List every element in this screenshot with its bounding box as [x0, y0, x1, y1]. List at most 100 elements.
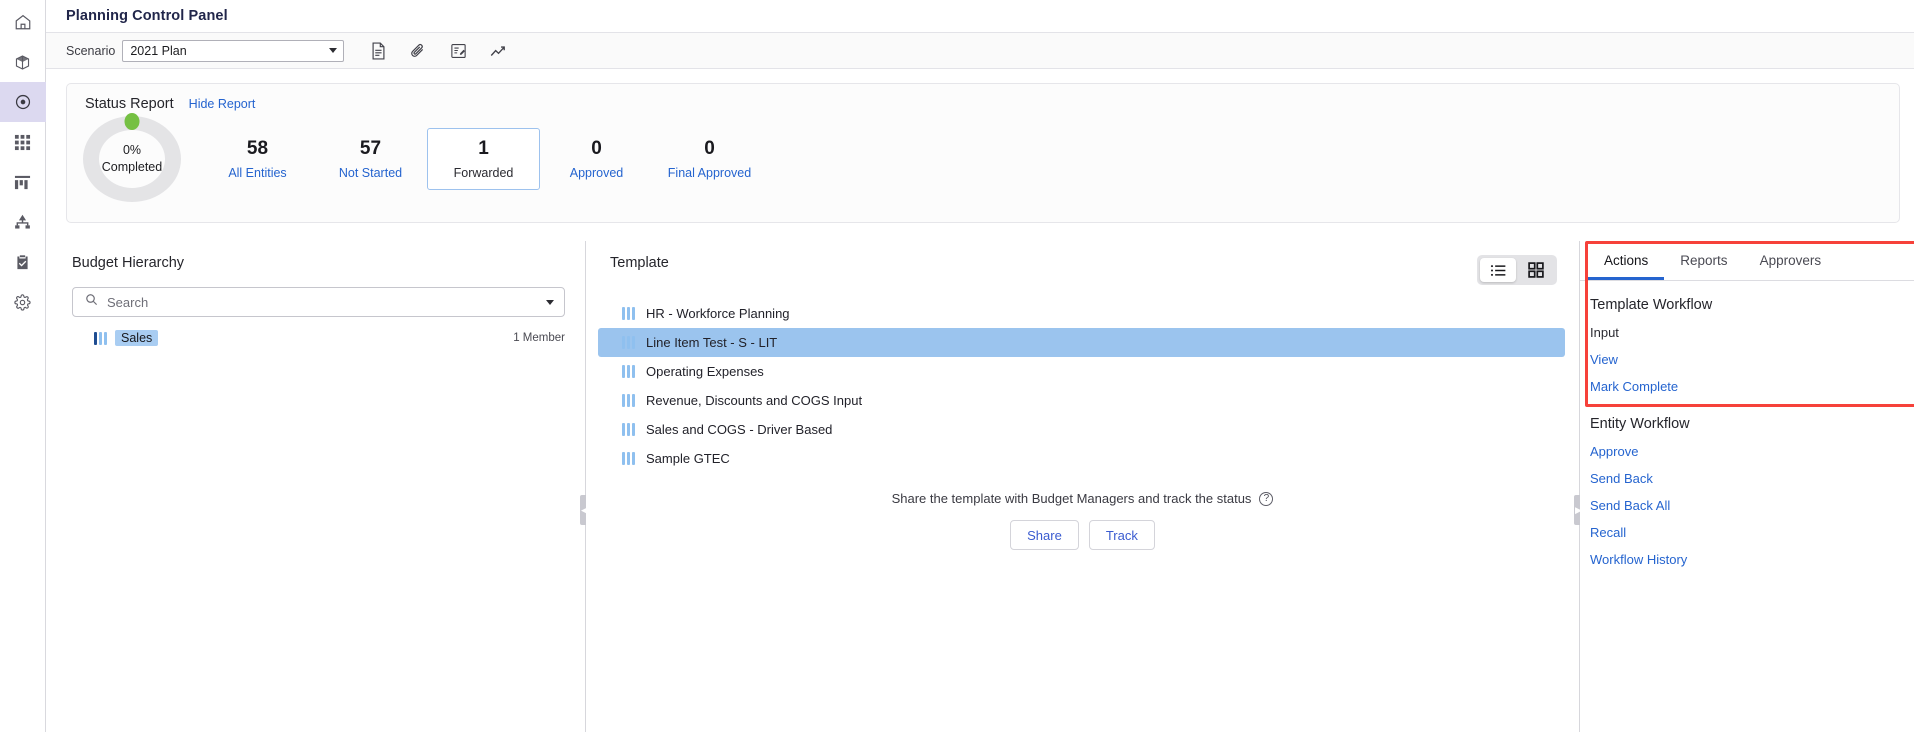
status-report-header: Status Report Hide Report	[67, 84, 1899, 112]
hierarchy-node-members: 1 Member	[513, 332, 565, 344]
template-item-label: Revenue, Discounts and COGS Input	[646, 393, 863, 408]
tile-value: 58	[246, 138, 269, 159]
clipboard-check-icon[interactable]	[0, 242, 46, 282]
grid-icon[interactable]	[0, 122, 46, 162]
actions-tabs: Actions Reports Approvers	[1580, 241, 1914, 281]
action-approve[interactable]: Approve	[1580, 432, 1914, 459]
template-list: HR - Workforce Planning Line Item Test -…	[586, 299, 1579, 473]
template-bars-icon	[622, 394, 635, 407]
entity-workflow-section: Entity Workflow Approve Send Back Send B…	[1580, 400, 1914, 567]
template-workflow-section: Template Workflow Input View Mark Comple…	[1580, 281, 1914, 394]
template-item-label: Sample GTEC	[646, 451, 730, 466]
tab-actions[interactable]: Actions	[1588, 241, 1665, 280]
search-placeholder: Search	[107, 294, 149, 310]
status-report-body: 0% Completed 58 All Entities 57 Not Star…	[67, 112, 1899, 202]
action-send-back[interactable]: Send Back	[1580, 459, 1914, 486]
help-icon[interactable]: ?	[1259, 491, 1274, 506]
scenario-select[interactable]: 2021 Plan	[122, 39, 345, 62]
trend-chart-icon[interactable]	[488, 41, 508, 61]
scenario-label: Scenario	[66, 43, 116, 58]
donut-progress-indicator	[124, 113, 140, 130]
share-track-buttons: Share Track	[1010, 520, 1155, 550]
tile-value: 0	[704, 138, 715, 159]
share-track-zone: Share the template with Budget Managers …	[586, 491, 1579, 550]
template-list-item[interactable]: Revenue, Discounts and COGS Input	[598, 386, 1565, 415]
template-pane: Template HR - Workforce Planning Line It…	[586, 241, 1583, 732]
hierarchy-icon[interactable]	[0, 202, 46, 242]
action-workflow-history[interactable]: Workflow History	[1580, 540, 1914, 567]
attachment-icon[interactable]	[408, 41, 428, 61]
bar-chart-icon[interactable]	[0, 162, 46, 202]
status-tiles: 58 All Entities 57 Not Started 1 Forward…	[201, 128, 766, 190]
hide-report-link[interactable]: Hide Report	[189, 97, 256, 111]
page-title: Planning Control Panel	[66, 8, 228, 24]
scenario-toolbar: Scenario 2021 Plan	[46, 33, 1914, 69]
template-bars-icon	[622, 365, 635, 378]
chevron-down-icon	[329, 48, 338, 53]
template-list-item-selected[interactable]: Line Item Test - S - LIT	[598, 328, 1565, 357]
template-title: Template	[610, 255, 669, 271]
status-tile-not-started[interactable]: 57 Not Started	[314, 128, 427, 190]
template-bars-icon	[622, 307, 635, 320]
template-bars-icon	[622, 423, 635, 436]
track-button[interactable]: Track	[1088, 520, 1155, 550]
tile-value: 0	[591, 138, 602, 159]
donut-label: 0% Completed	[102, 142, 162, 176]
tile-label: Approved	[569, 166, 624, 180]
chevron-down-icon[interactable]	[546, 299, 554, 305]
template-item-label: Line Item Test - S - LIT	[646, 335, 778, 350]
planning-control-panel-app: Planning Control Panel Scenario 2021 Pla…	[0, 0, 1914, 732]
budget-hierarchy-title: Budget Hierarchy	[72, 255, 185, 271]
template-item-label: Operating Expenses	[646, 364, 764, 379]
status-tile-final-approved[interactable]: 0 Final Approved	[653, 128, 766, 190]
action-input[interactable]: Input	[1580, 313, 1914, 340]
main-stage: Planning Control Panel Scenario 2021 Pla…	[46, 0, 1914, 732]
tab-reports[interactable]: Reports	[1664, 241, 1743, 280]
template-bars-icon	[622, 336, 635, 349]
donut-percent: 0%	[122, 143, 142, 158]
view-mode-toggle	[1477, 255, 1557, 285]
panes-row: Budget Hierarchy Search Sales 1 Member ◀…	[66, 241, 1914, 732]
tile-label: Final Approved	[667, 166, 752, 180]
content-area: Status Report Hide Report 0% Completed 5…	[46, 69, 1914, 732]
template-list-item[interactable]: Operating Expenses	[598, 357, 1565, 386]
tab-approvers[interactable]: Approvers	[1744, 241, 1838, 280]
tile-label: All Entities	[228, 166, 287, 180]
completion-donut-chart: 0% Completed	[83, 113, 181, 202]
hierarchy-node-sales[interactable]: Sales 1 Member	[72, 327, 565, 349]
hierarchy-search-box[interactable]: Search	[72, 287, 565, 317]
share-button[interactable]: Share	[1010, 520, 1079, 550]
share-instruction: Share the template with Budget Managers …	[892, 491, 1274, 506]
template-list-item[interactable]: Sample GTEC	[598, 444, 1565, 473]
scenario-selected-value: 2021 Plan	[130, 43, 187, 58]
grid-view-icon[interactable]	[1518, 258, 1554, 282]
budget-hierarchy-pane: Budget Hierarchy Search Sales 1 Member ◀	[66, 241, 589, 732]
share-instruction-text: Share the template with Budget Managers …	[891, 491, 1252, 506]
status-tile-approved[interactable]: 0 Approved	[540, 128, 653, 190]
gear-icon[interactable]	[0, 282, 46, 322]
tile-value: 57	[359, 138, 382, 159]
action-view[interactable]: View	[1580, 340, 1914, 367]
cube-icon[interactable]	[0, 42, 46, 82]
home-icon[interactable]	[0, 2, 46, 42]
action-recall[interactable]: Recall	[1580, 513, 1914, 540]
action-mark-complete[interactable]: Mark Complete	[1580, 367, 1914, 394]
left-icon-rail	[0, 0, 46, 732]
list-view-icon[interactable]	[1480, 258, 1516, 282]
actions-pane: Actions Reports Approvers Template Workf…	[1580, 241, 1914, 732]
document-icon[interactable]	[368, 41, 388, 61]
target-icon[interactable]	[0, 82, 46, 122]
status-report-title: Status Report	[85, 96, 174, 112]
tile-value: 1	[478, 138, 489, 159]
template-workflow-title: Template Workflow	[1590, 297, 1713, 313]
annotate-icon[interactable]	[448, 41, 468, 61]
status-tile-forwarded[interactable]: 1 Forwarded	[427, 128, 540, 190]
template-list-item[interactable]: HR - Workforce Planning	[598, 299, 1565, 328]
template-list-item[interactable]: Sales and COGS - Driver Based	[598, 415, 1565, 444]
hierarchy-node-label: Sales	[115, 330, 159, 346]
template-bars-icon	[622, 452, 635, 465]
action-send-back-all[interactable]: Send Back All	[1580, 486, 1914, 513]
template-pane-header: Template	[586, 241, 1579, 285]
entity-workflow-title: Entity Workflow	[1590, 416, 1690, 432]
status-tile-all-entities[interactable]: 58 All Entities	[201, 128, 314, 190]
